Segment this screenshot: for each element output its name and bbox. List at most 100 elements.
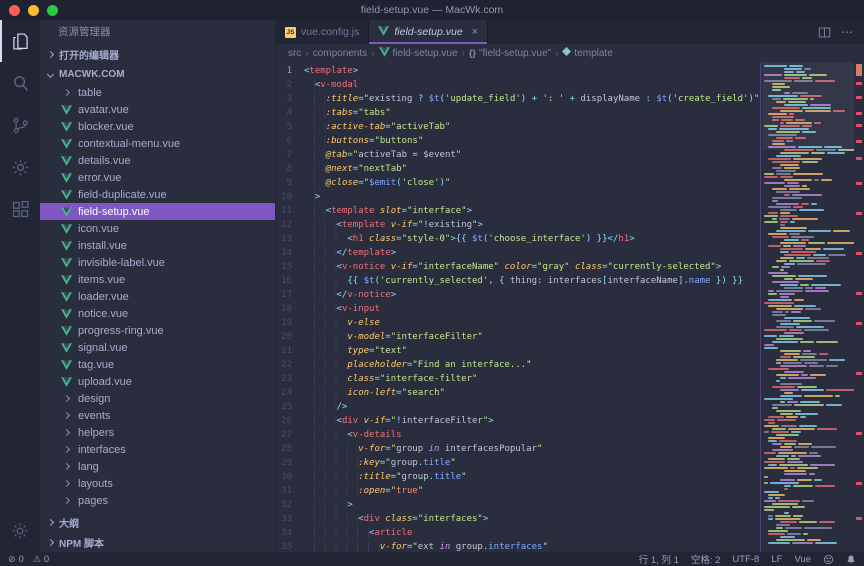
tree-item-items.vue[interactable]: items.vue — [40, 271, 275, 288]
code-line-9[interactable]: 9 @close="$emit('close')" — [276, 176, 762, 190]
tree-item-tag.vue[interactable]: tag.vue — [40, 356, 275, 373]
breadcrumb-item-field-setup.vue[interactable]: {}"field-setup.vue" — [469, 48, 551, 59]
code-line-11[interactable]: 11 <template slot="interface"> — [276, 204, 762, 218]
tree-item-contextual-menu.vue[interactable]: contextual-menu.vue — [40, 135, 275, 152]
tree-item-details.vue[interactable]: details.vue — [40, 152, 275, 169]
status-空格: 2[interactable]: 空格: 2 — [691, 552, 721, 566]
code-line-23[interactable]: 23 class="interface-filter" — [276, 372, 762, 386]
folder-chevron-icon — [60, 430, 73, 435]
tree-item-lang[interactable]: lang — [40, 458, 275, 475]
code-line-35[interactable]: 35 v-for="ext in group.interfaces" — [276, 540, 762, 552]
section-open-editors[interactable]: 打开的编辑器 — [40, 44, 275, 64]
tree-item-table[interactable]: table — [40, 84, 275, 101]
code-line-27[interactable]: 27 <v-details — [276, 428, 762, 442]
tab-vue.config.js[interactable]: JSvue.config.js — [276, 20, 369, 44]
tree-item-layouts[interactable]: layouts — [40, 475, 275, 492]
code-editor[interactable]: 1<template>2 <v-modal3 :title="existing … — [276, 62, 762, 552]
code-line-24[interactable]: 24 icon-left="search" — [276, 386, 762, 400]
tab-field-setup.vue[interactable]: field-setup.vue× — [369, 20, 488, 44]
tree-item-avatar.vue[interactable]: avatar.vue — [40, 101, 275, 118]
code-line-4[interactable]: 4 :tabs="tabs" — [276, 106, 762, 120]
code-line-14[interactable]: 14 </template> — [276, 246, 762, 260]
section-project[interactable]: MACWK.COM — [40, 64, 275, 84]
more-actions-icon[interactable]: ⋯ — [841, 25, 854, 39]
manage-icon[interactable] — [0, 510, 40, 552]
status-LF[interactable]: LF — [771, 554, 782, 565]
code-line-31[interactable]: 31 :open="true" — [276, 484, 762, 498]
tree-item-error.vue[interactable]: error.vue — [40, 169, 275, 186]
tree-item-invisible-label.vue[interactable]: invisible-label.vue — [40, 254, 275, 271]
code-line-34[interactable]: 34 <article — [276, 526, 762, 540]
code-line-3[interactable]: 3 :title="existing ? $t('update_field') … — [276, 92, 762, 106]
minimap-row — [762, 239, 854, 241]
code-line-33[interactable]: 33 <div class="interfaces"> — [276, 512, 762, 526]
tree-item-signal.vue[interactable]: signal.vue — [40, 339, 275, 356]
code-line-20[interactable]: 20 v-model="interfaceFilter" — [276, 330, 762, 344]
close-tab-icon[interactable]: × — [472, 26, 478, 38]
tree-item-helpers[interactable]: helpers — [40, 424, 275, 441]
tree-item-blocker.vue[interactable]: blocker.vue — [40, 118, 275, 135]
code-line-30[interactable]: 30 :title="group.title" — [276, 470, 762, 484]
code-line-26[interactable]: 26 <div v-if="!interfaceFilter"> — [276, 414, 762, 428]
status-行 1, 列 1[interactable]: 行 1, 列 1 — [639, 552, 679, 566]
tree-item-upload.vue[interactable]: upload.vue — [40, 373, 275, 390]
code-line-17[interactable]: 17 </v-notice> — [276, 288, 762, 302]
code-line-2[interactable]: 2 <v-modal — [276, 78, 762, 92]
code-line-13[interactable]: 13 <h1 class="style-0">{{ $t('choose_int… — [276, 232, 762, 246]
tree-item-icon.vue[interactable]: icon.vue — [40, 220, 275, 237]
breadcrumb-item-components[interactable]: components — [313, 48, 367, 59]
tree-item-interfaces[interactable]: interfaces — [40, 441, 275, 458]
zoom-button[interactable] — [47, 5, 58, 16]
extensions-icon[interactable] — [0, 188, 40, 230]
section-npm-scripts[interactable]: NPM 脚本 — [40, 532, 275, 552]
status-Vue[interactable]: Vue — [794, 554, 811, 565]
error-count[interactable]: ⊘0 — [8, 554, 24, 565]
bell-icon[interactable] — [846, 554, 856, 565]
code-line-29[interactable]: 29 :key="group.title" — [276, 456, 762, 470]
source-control-icon[interactable] — [0, 104, 40, 146]
tree-item-events[interactable]: events — [40, 407, 275, 424]
close-button[interactable] — [9, 5, 20, 16]
code-line-10[interactable]: 10 > — [276, 190, 762, 204]
code-line-28[interactable]: 28 v-for="group in interfacesPopular" — [276, 442, 762, 456]
code-line-5[interactable]: 5 :active-tab="activeTab" — [276, 120, 762, 134]
tree-item-design[interactable]: design — [40, 390, 275, 407]
tree-item-install.vue[interactable]: install.vue — [40, 237, 275, 254]
code-line-12[interactable]: 12 <template v-if="!existing"> — [276, 218, 762, 232]
warning-count[interactable]: ⚠0 — [33, 554, 49, 565]
minimap[interactable] — [762, 62, 854, 552]
code-line-18[interactable]: 18 <v-input — [276, 302, 762, 316]
line-content: :buttons="buttons" — [304, 134, 762, 148]
breadcrumb-item-src[interactable]: src — [288, 48, 301, 59]
breadcrumb-item-field-setup.vue[interactable]: field-setup.vue — [379, 47, 458, 60]
code-line-8[interactable]: 8 @next="nextTab" — [276, 162, 762, 176]
vue-icon — [378, 26, 389, 39]
tree-item-field-duplicate.vue[interactable]: field-duplicate.vue — [40, 186, 275, 203]
code-line-21[interactable]: 21 type="text" — [276, 344, 762, 358]
code-line-1[interactable]: 1<template> — [276, 64, 762, 78]
breadcrumb-item-template[interactable]: template — [562, 47, 612, 59]
explorer-icon[interactable] — [0, 20, 40, 62]
minimap-slider[interactable] — [762, 62, 854, 150]
code-line-16[interactable]: 16 {{ $t('currently_selected', { thing: … — [276, 274, 762, 288]
search-icon[interactable] — [0, 62, 40, 104]
code-line-7[interactable]: 7 @tab="activeTab = $event" — [276, 148, 762, 162]
status-UTF-8[interactable]: UTF-8 — [732, 554, 759, 565]
tree-item-progress-ring.vue[interactable]: progress-ring.vue — [40, 322, 275, 339]
code-line-25[interactable]: 25 /> — [276, 400, 762, 414]
file-name: lang — [78, 461, 99, 473]
minimize-button[interactable] — [28, 5, 39, 16]
split-editor-icon[interactable] — [818, 26, 831, 39]
code-line-22[interactable]: 22 placeholder="Find an interface..." — [276, 358, 762, 372]
code-line-32[interactable]: 32 > — [276, 498, 762, 512]
tree-item-pages[interactable]: pages — [40, 492, 275, 509]
feedback-icon[interactable] — [823, 554, 834, 565]
tree-item-field-setup.vue[interactable]: field-setup.vue — [40, 203, 275, 220]
tree-item-notice.vue[interactable]: notice.vue — [40, 305, 275, 322]
debug-icon[interactable] — [0, 146, 40, 188]
code-line-15[interactable]: 15 <v-notice v-if="interfaceName" color=… — [276, 260, 762, 274]
code-line-19[interactable]: 19 v-else — [276, 316, 762, 330]
section-outline[interactable]: 大纲 — [40, 512, 275, 532]
tree-item-loader.vue[interactable]: loader.vue — [40, 288, 275, 305]
code-line-6[interactable]: 6 :buttons="buttons" — [276, 134, 762, 148]
